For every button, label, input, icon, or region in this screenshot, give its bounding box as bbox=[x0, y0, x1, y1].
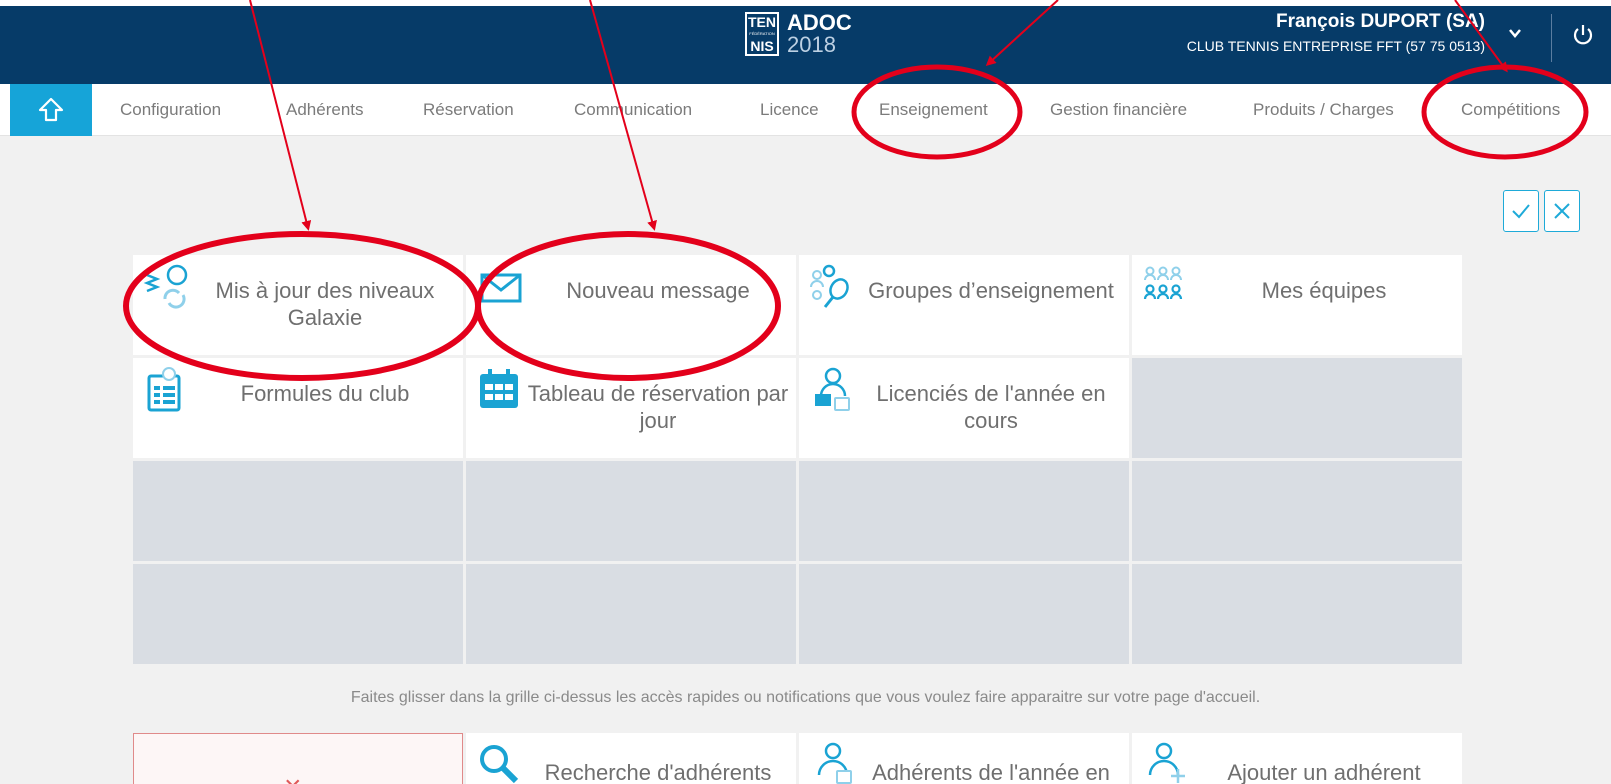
nav-competitions[interactable]: Compétitions bbox=[1461, 84, 1560, 136]
close-icon[interactable] bbox=[1544, 190, 1580, 232]
logo-bottom-text: NIS bbox=[750, 38, 774, 54]
tile-ajouter-adherent[interactable]: Ajouter un adhérent bbox=[1132, 733, 1462, 784]
tile-formules-club[interactable]: Formules du club bbox=[133, 358, 463, 458]
search-icon bbox=[476, 741, 522, 784]
tile-recherche-adherents[interactable]: Recherche d'adhérents bbox=[466, 733, 796, 784]
empty-slot[interactable] bbox=[1132, 461, 1462, 561]
tile-label: Formules du club bbox=[240, 381, 410, 406]
tile-galaxie[interactable]: Mis à jour des niveaux Galaxie bbox=[133, 255, 463, 355]
empty-slot[interactable] bbox=[133, 564, 463, 664]
tile-mes-equipes[interactable]: Mes équipes bbox=[1132, 255, 1462, 355]
clipboard-icon bbox=[143, 366, 189, 412]
header-divider bbox=[1551, 14, 1552, 62]
nav-produits-charges[interactable]: Produits / Charges bbox=[1253, 84, 1394, 136]
envelope-icon bbox=[476, 263, 522, 309]
tile-label: Licenciés de l'année en cours bbox=[876, 381, 1106, 433]
drag-hint: Faites glisser dans la grille ci-dessus … bbox=[350, 689, 1261, 706]
galaxy-refresh-icon bbox=[143, 263, 189, 309]
empty-slot[interactable] bbox=[1132, 358, 1462, 458]
add-user-icon bbox=[1142, 741, 1188, 784]
club-name: CLUB TENNIS ENTREPRISE FFT (57 75 0513) bbox=[1186, 38, 1485, 54]
remove-drop-zone[interactable]: × bbox=[133, 733, 463, 784]
nav-gestion-financiere[interactable]: Gestion financière bbox=[1050, 84, 1187, 136]
brand-name: ADOC bbox=[787, 10, 852, 35]
tennis-logo: TEN FÉDÉRATION NIS bbox=[745, 12, 779, 56]
chevron-down-icon[interactable] bbox=[1500, 24, 1530, 48]
remove-icon: × bbox=[284, 770, 302, 784]
empty-slot[interactable] bbox=[466, 564, 796, 664]
tile-label: Adhérents de l'année en bbox=[872, 760, 1110, 784]
nav-configuration[interactable]: Configuration bbox=[120, 84, 221, 136]
teams-icon bbox=[1142, 263, 1188, 309]
tile-label: Groupes d’enseignement bbox=[868, 278, 1114, 303]
brand-year: 2018 bbox=[787, 32, 836, 57]
tile-label: Mis à jour des niveaux Galaxie bbox=[215, 278, 435, 330]
brand: TEN FÉDÉRATION NIS ADOC 2018 bbox=[745, 8, 852, 60]
nav-reservation[interactable]: Réservation bbox=[423, 84, 514, 136]
tile-groupes-enseignement[interactable]: Groupes d’enseignement bbox=[799, 255, 1129, 355]
brand-text: ADOC 2018 bbox=[787, 12, 852, 56]
tile-label: Ajouter un adhérent bbox=[1227, 760, 1421, 784]
tile-label: Recherche d'adhérents bbox=[544, 760, 772, 784]
available-tiles: × Recherche d'adhérents Adhérents de l'a… bbox=[133, 733, 1465, 784]
empty-slot[interactable] bbox=[466, 461, 796, 561]
tile-licencies-annee[interactable]: Licenciés de l'année en cours bbox=[799, 358, 1129, 458]
top-bar: TEN FÉDÉRATION NIS ADOC 2018 François DU… bbox=[0, 0, 1611, 84]
licence-user-icon bbox=[809, 366, 855, 412]
calendar-icon bbox=[476, 366, 522, 412]
empty-slot[interactable] bbox=[799, 564, 1129, 664]
empty-slot[interactable] bbox=[1132, 564, 1462, 664]
shortcut-grid: Mis à jour des niveaux Galaxie Nouveau m… bbox=[133, 255, 1465, 664]
nav-enseignement[interactable]: Enseignement bbox=[879, 84, 988, 136]
user-info: François DUPORT (SA) CLUB TENNIS ENTREPR… bbox=[1187, 10, 1485, 58]
logo-middle-text: FÉDÉRATION bbox=[749, 31, 775, 36]
power-icon[interactable] bbox=[1566, 18, 1600, 52]
user-calendar-icon bbox=[809, 741, 855, 784]
tile-label: Nouveau message bbox=[566, 278, 750, 303]
tile-adherents-annee[interactable]: Adhérents de l'année en bbox=[799, 733, 1129, 784]
main-nav: Configuration Adhérents Réservation Comm… bbox=[0, 84, 1611, 136]
empty-slot[interactable] bbox=[133, 461, 463, 561]
empty-slot[interactable] bbox=[799, 461, 1129, 561]
check-icon[interactable] bbox=[1503, 190, 1539, 232]
nav-communication[interactable]: Communication bbox=[574, 84, 692, 136]
tile-nouveau-message[interactable]: Nouveau message bbox=[466, 255, 796, 355]
edit-actions bbox=[1503, 190, 1580, 232]
tile-label: Mes équipes bbox=[1261, 278, 1387, 303]
nav-adherents[interactable]: Adhérents bbox=[286, 84, 364, 136]
tile-label: Tableau de réservation par jour bbox=[527, 381, 789, 433]
nav-licence[interactable]: Licence bbox=[760, 84, 819, 136]
logo-top-text: TEN bbox=[748, 14, 776, 30]
tile-tableau-reservation[interactable]: Tableau de réservation par jour bbox=[466, 358, 796, 458]
user-name: François DUPORT (SA) bbox=[1275, 11, 1485, 32]
home-arrow-icon[interactable] bbox=[10, 84, 92, 136]
teaching-group-icon bbox=[809, 263, 855, 309]
